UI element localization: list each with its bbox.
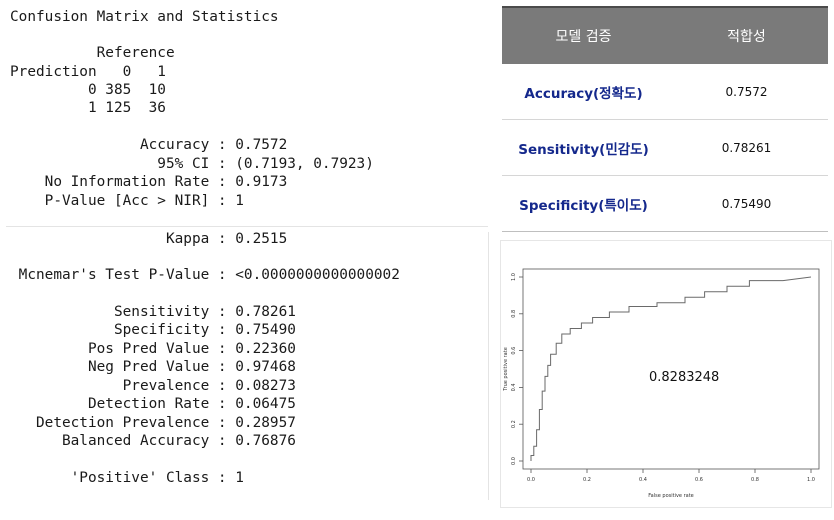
metric-specificity-label: Specificity(특이도) xyxy=(502,175,665,232)
table-row: Specificity(특이도) 0.75490 xyxy=(502,175,828,232)
x-tick-label: 0.0 xyxy=(527,477,535,483)
console-right-border xyxy=(488,232,489,500)
x-axis-label: False positive rate xyxy=(648,493,694,499)
x-tick-label: 1.0 xyxy=(807,477,815,483)
console-line: Pos Pred Value : 0.22360 xyxy=(10,341,296,357)
y-tick-label: 1.0 xyxy=(511,273,517,281)
metric-accuracy-value: 0.7572 xyxy=(665,64,828,120)
x-tick-label: 0.2 xyxy=(583,477,591,483)
roc-chart-panel: 0.0 0.2 0.4 0.6 0.8 1.0 0.0 0.2 0.4 0.6 0.8 1.0 Fals… xyxy=(500,240,832,508)
console-line: Sensitivity : 0.78261 xyxy=(10,304,296,320)
x-tick-label: 0.8 xyxy=(751,477,759,483)
console-line: Mcnemar's Test P-Value : <0.000000000000… xyxy=(10,267,400,283)
x-tick-label: 0.4 xyxy=(639,477,647,483)
y-tick-label: 0.6 xyxy=(511,347,517,355)
header-fitness: 적합성 xyxy=(665,6,828,64)
console-line: 1 125 36 xyxy=(10,100,166,116)
console-line: Detection Prevalence : 0.28957 xyxy=(10,415,296,431)
console-line: Neg Pred Value : 0.97468 xyxy=(10,359,296,375)
model-validation-table: 모델 검증 적합성 Accuracy(정확도) 0.7572 Sensitivi… xyxy=(502,6,828,232)
console-line: 95% CI : (0.7193, 0.7923) xyxy=(10,156,374,172)
console-line: Balanced Accuracy : 0.76876 xyxy=(10,433,296,449)
console-line: 'Positive' Class : 1 xyxy=(10,470,244,486)
console-line: No Information Rate : 0.9173 xyxy=(10,174,288,190)
console-divider xyxy=(6,226,488,227)
console-line: 0 385 10 xyxy=(10,82,166,98)
metric-specificity-value: 0.75490 xyxy=(665,175,828,232)
console-line: Detection Rate : 0.06475 xyxy=(10,396,296,412)
console-line: Prevalence : 0.08273 xyxy=(10,378,296,394)
metric-sensitivity-value: 0.78261 xyxy=(665,119,828,176)
table-row: Sensitivity(민감도) 0.78261 xyxy=(502,119,828,176)
metric-sensitivity-label: Sensitivity(민감도) xyxy=(502,119,665,176)
console-line: Kappa : 0.2515 xyxy=(10,231,288,247)
r-console-output: Confusion Matrix and Statistics Referenc… xyxy=(0,0,490,520)
console-line: Confusion Matrix and Statistics xyxy=(10,9,279,25)
y-tick-label: 0.0 xyxy=(511,457,517,465)
plot-frame xyxy=(522,268,820,470)
x-tick-label: 0.6 xyxy=(695,477,703,483)
y-tick-label: 0.2 xyxy=(511,420,517,428)
metric-accuracy-label: Accuracy(정확도) xyxy=(502,64,665,120)
table-header-row: 모델 검증 적합성 xyxy=(502,6,828,64)
y-axis-label: True positive rate xyxy=(503,347,509,392)
y-tick-label: 0.8 xyxy=(511,310,517,318)
auc-annotation: 0.8283248 xyxy=(649,370,720,385)
console-line: P-Value [Acc > NIR] : 1 xyxy=(10,193,244,209)
roc-curve-line xyxy=(530,276,812,461)
console-line: Prediction 0 1 xyxy=(10,64,166,80)
console-line: Reference xyxy=(10,45,175,61)
table-row: Accuracy(정확도) 0.7572 xyxy=(502,64,828,120)
header-model-validation: 모델 검증 xyxy=(502,6,665,64)
console-line: Accuracy : 0.7572 xyxy=(10,137,288,153)
y-tick-label: 0.4 xyxy=(511,383,517,391)
console-line: Specificity : 0.75490 xyxy=(10,322,296,338)
